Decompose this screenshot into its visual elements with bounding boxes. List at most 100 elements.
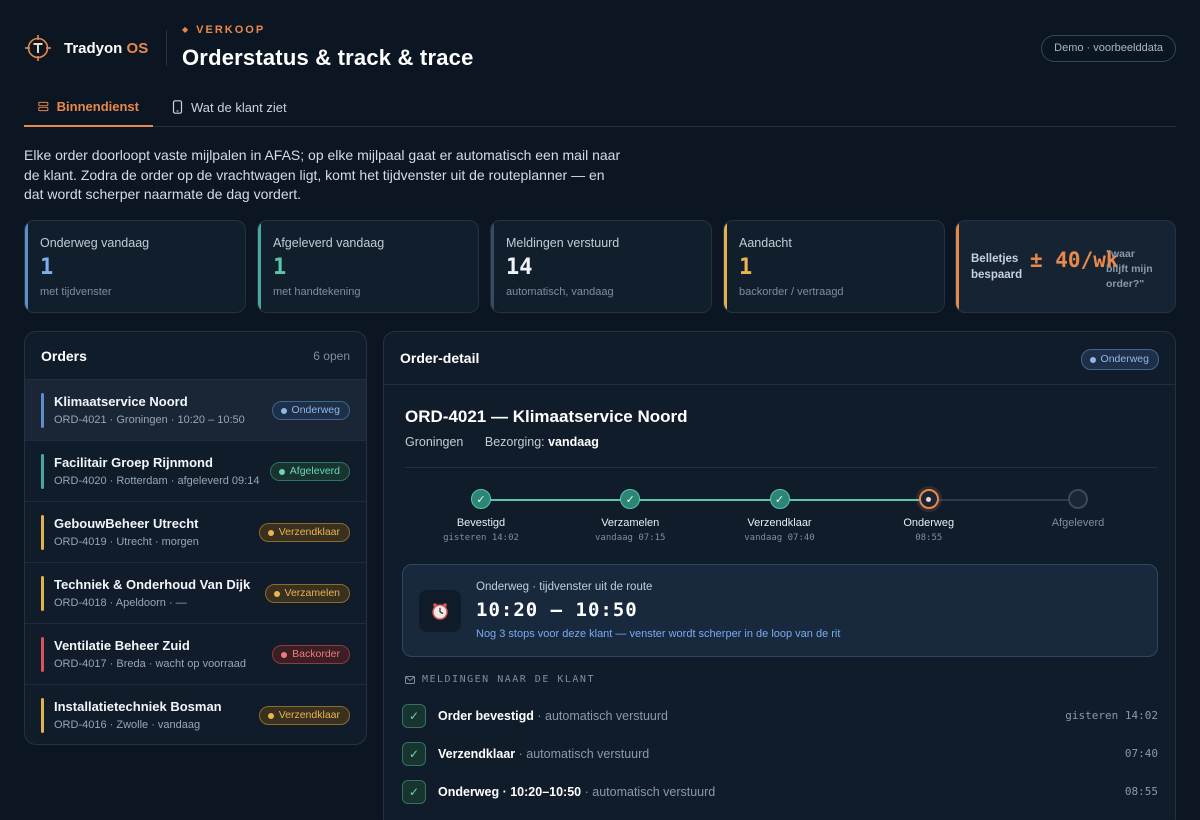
notification-row: ✓ Verzendklaar · automatisch verstuurd 07:… xyxy=(402,742,1158,768)
stat-sub: met handtekening xyxy=(273,286,361,298)
order-status-badge: Verzendklaar xyxy=(258,523,350,542)
status-dot xyxy=(273,590,280,597)
demo-data-pill: Demo · voorbeelddata xyxy=(1041,35,1176,62)
mail-icon xyxy=(405,675,415,684)
milestone-step: ✓ Bevestigd gisteren 14:02 xyxy=(406,489,556,543)
order-meta: ORD-4017 · Breda · wacht op voorraad xyxy=(54,658,246,670)
status-dot xyxy=(267,529,274,536)
order-meta: ORD-4018 · Apeldoorn · — xyxy=(54,597,187,609)
detail-header: Order-detail Onderweg xyxy=(384,332,1175,385)
card-accent xyxy=(491,221,494,312)
delivery-label: Bezorging: xyxy=(484,435,545,449)
milestone-step: ✓ Verzendklaar vandaag 07:40 xyxy=(705,489,855,543)
stat-card-onderweg: Onderweg vandaag 1 met tijdvenster xyxy=(24,220,246,313)
stat-card-aandacht: Aandacht 1 backorder / vertraagd xyxy=(723,220,945,313)
intro-text: Elke order doorloopt vaste mijlpalen in … xyxy=(24,147,621,202)
notification-row: ✓ Onderweg · 10:20–10:50 · automatisch ve… xyxy=(402,780,1158,806)
savings-card: Belletjes bespaard ± 40/wk "waar blijft mi… xyxy=(955,220,1176,313)
check-icon: ✓ xyxy=(620,489,641,509)
orders-list: Klimaatservice Noord ORD-4021 · Groningen… xyxy=(25,380,366,744)
order-accent xyxy=(41,576,44,611)
order-row[interactable]: Facilitair Groep Rijnmond ORD-4020 · Rott… xyxy=(25,441,366,502)
orders-count: 6 open xyxy=(313,349,350,363)
order-meta: ORD-4016 · Zwolle · vandaag xyxy=(54,719,201,731)
status-dot xyxy=(1089,356,1096,363)
tab-customer-view[interactable]: Wat de klant ziet xyxy=(158,88,308,126)
eta-note: Nog 3 stops voor deze klant — venster wo… xyxy=(476,628,841,640)
status-dot xyxy=(280,407,287,414)
order-row[interactable]: Klimaatservice Noord ORD-4021 · Groningen… xyxy=(25,380,366,441)
view-tabs: Binnendienst Wat de klant ziet xyxy=(24,88,1176,127)
stat-sub: automatisch, vandaag xyxy=(506,286,614,298)
card-accent xyxy=(25,221,28,312)
divider xyxy=(405,467,1157,468)
savings-quote: "waar blijft mijn order?" xyxy=(1106,248,1153,290)
notification-time: gisteren 14:02 xyxy=(1065,709,1158,722)
step-time: vandaag 07:15 xyxy=(595,533,666,543)
orders-panel: Orders 6 open Klimaatservice Noord ORD-40… xyxy=(24,331,367,745)
order-accent xyxy=(41,637,44,672)
notifications-heading: MELDINGEN NAAR DE KLANT xyxy=(405,674,595,685)
card-accent xyxy=(724,221,727,312)
stat-card-meldingen: Meldingen verstuurd 14 automatisch, vand… xyxy=(490,220,712,313)
step-time: gisteren 14:02 xyxy=(443,533,519,543)
order-row[interactable]: Installatietechniek Bosman ORD-4016 · Zwo… xyxy=(25,685,366,744)
order-row[interactable]: Techniek & Onderhoud Van Dijk ORD-4018 · … xyxy=(25,563,366,624)
order-meta: ORD-4019 · Utrecht · morgen xyxy=(54,536,199,548)
notification-text: Verzendklaar · automatisch verstuurd xyxy=(438,747,650,761)
order-heading: ORD-4021 — Klimaatservice Noord xyxy=(405,407,688,426)
check-icon: ✓ xyxy=(402,704,426,728)
step-time: vandaag 07:40 xyxy=(744,533,815,543)
status-dot xyxy=(267,712,274,719)
order-row[interactable]: GebouwBeheer Utrecht ORD-4019 · Utrecht ·… xyxy=(25,502,366,563)
status-badge: Onderweg xyxy=(1080,349,1159,370)
order-accent xyxy=(41,698,44,733)
step-time: 08:55 xyxy=(915,533,943,543)
eta-box: Onderweg · tijdvenster uit de route 10:2… xyxy=(402,564,1158,657)
order-status-badge: Afgeleverd xyxy=(269,462,350,481)
check-icon: ✓ xyxy=(402,742,426,766)
crosshair-logo-icon xyxy=(25,35,51,61)
current-step-icon xyxy=(918,489,939,509)
tab-label: Wat de klant ziet xyxy=(191,99,287,115)
brand-name[interactable]: Tradyon OS xyxy=(64,40,148,57)
order-city: Groningen xyxy=(405,435,464,449)
order-customer: Ventilatie Beheer Zuid xyxy=(54,638,190,653)
order-accent xyxy=(41,515,44,550)
stat-value: 1 xyxy=(40,255,54,280)
order-customer: Facilitair Groep Rijnmond xyxy=(54,455,213,470)
notification-time: 08:55 xyxy=(1124,785,1158,798)
section-eyebrow: ◆ VERKOOP xyxy=(182,24,266,36)
page-title: Orderstatus & track & trace xyxy=(182,45,474,70)
order-status-badge: Verzamelen xyxy=(264,584,350,603)
step-label: Verzamelen xyxy=(601,517,660,529)
notification-text: Onderweg · 10:20–10:50 · automatisch ver… xyxy=(438,785,716,799)
order-row[interactable]: Ventilatie Beheer Zuid ORD-4017 · Breda ·… xyxy=(25,624,366,685)
stat-label: Meldingen verstuurd xyxy=(506,236,620,250)
order-customer: Techniek & Onderhoud Van Dijk xyxy=(54,577,251,592)
milestone-step: ✓ Verzamelen vandaag 07:15 xyxy=(555,489,705,543)
step-label: Afgeleverd xyxy=(1051,517,1105,529)
eta-window: 10:20 – 10:50 xyxy=(476,599,638,621)
step-label: Verzendklaar xyxy=(747,517,812,529)
card-accent xyxy=(956,221,959,312)
order-customer: Installatietechniek Bosman xyxy=(54,699,222,714)
orders-title: Orders xyxy=(41,348,87,364)
order-subline: Groningen Bezorging: vandaag xyxy=(405,435,599,449)
order-status-badge: Verzendklaar xyxy=(258,706,350,725)
stat-value: 1 xyxy=(739,255,753,280)
page-header: Tradyon OS ◆ VERKOOP Orderstatus & track … xyxy=(24,22,1176,74)
stat-label: Onderweg vandaag xyxy=(40,236,150,250)
stat-sub: met tijdvenster xyxy=(40,286,112,298)
milestone-stepper: ✓ Bevestigd gisteren 14:02 ✓ Verzamelen vanda… xyxy=(405,482,1157,552)
step-label: Onderweg xyxy=(903,517,955,529)
order-accent xyxy=(41,454,44,489)
diamond-icon: ◆ xyxy=(182,25,191,34)
order-status-badge: Backorder xyxy=(272,645,350,664)
eta-label: Onderweg · tijdvenster uit de route xyxy=(476,581,653,593)
check-icon: ✓ xyxy=(402,780,426,804)
card-accent xyxy=(258,221,261,312)
check-icon: ✓ xyxy=(471,489,491,509)
status-dot xyxy=(278,468,285,475)
tab-binnendienst[interactable]: Binnendienst xyxy=(24,88,153,127)
